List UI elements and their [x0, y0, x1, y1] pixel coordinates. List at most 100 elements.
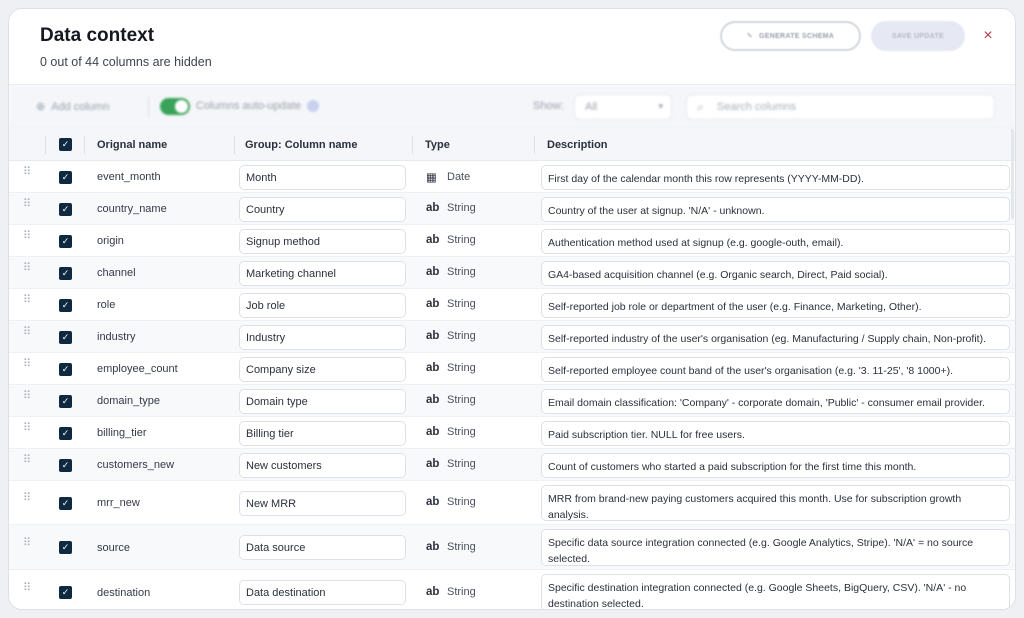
original-name: mrr_new — [97, 497, 140, 509]
type-label: Date — [447, 171, 471, 183]
description-input[interactable]: Self-reported job role or department of … — [541, 292, 1010, 318]
column-type[interactable]: ab String — [426, 330, 476, 342]
drag-handle-icon[interactable]: ⠿ — [23, 327, 31, 338]
column-type[interactable]: ab String — [426, 458, 476, 470]
drag-handle-icon[interactable]: ⠿ — [23, 582, 31, 593]
description-input[interactable]: Paid subscription tier. NULL for free us… — [541, 420, 1010, 446]
auto-update-toggle[interactable] — [160, 98, 190, 115]
string-icon: ab — [426, 394, 440, 406]
column-name-input[interactable]: Billing tier — [239, 420, 406, 446]
column-type[interactable]: ab String — [426, 394, 476, 406]
row-visible-checkbox[interactable]: ✓ — [59, 394, 72, 408]
type-label: String — [447, 540, 476, 553]
table-header: ✓ Orignal name Group: Column name Type D… — [9, 129, 1015, 161]
column-name-input[interactable]: Country — [239, 196, 406, 222]
table-row: ⠿ ✓ role Job role ab String Self-reported job … — [9, 289, 1015, 321]
column-type[interactable]: ab String — [426, 426, 476, 438]
save-update-button[interactable]: SAVE UPDATE — [871, 21, 965, 51]
row-visible-checkbox[interactable]: ✓ — [59, 234, 72, 248]
table-row: ⠿ ✓ mrr_new New MRR ab String MRR from brand-n… — [9, 481, 1015, 525]
column-name-input[interactable]: Month — [239, 164, 406, 190]
toolbar: ⊕ Add column Columns auto-update Show: A… — [9, 85, 1015, 129]
column-type[interactable]: ab String — [426, 266, 476, 278]
row-visible-checkbox[interactable]: ✓ — [59, 541, 72, 554]
drag-handle-icon[interactable]: ⠿ — [23, 295, 31, 306]
type-label: String — [447, 585, 476, 598]
drag-handle-icon[interactable]: ⠿ — [23, 391, 31, 402]
description-input[interactable]: Self-reported employee count band of the… — [541, 356, 1010, 382]
column-type[interactable]: ab String — [426, 586, 476, 598]
row-visible-checkbox[interactable]: ✓ — [59, 330, 72, 344]
select-all-checkbox[interactable]: ✓ — [59, 138, 72, 151]
drag-handle-icon[interactable]: ⠿ — [23, 423, 31, 434]
column-name-input[interactable]: Company size — [239, 356, 406, 382]
description-input[interactable]: Country of the user at signup. 'N/A' - u… — [541, 196, 1010, 222]
column-name-input[interactable]: Signup method — [239, 228, 406, 254]
row-visible-checkbox[interactable]: ✓ — [59, 170, 72, 184]
description-input[interactable]: Count of customers who started a paid su… — [541, 452, 1010, 478]
column-name-input[interactable]: Job role — [239, 292, 406, 318]
column-type[interactable]: ab String — [426, 202, 476, 214]
row-visible-checkbox[interactable]: ✓ — [59, 202, 72, 216]
row-visible-checkbox[interactable]: ✓ — [59, 496, 72, 510]
column-type[interactable]: ▦ Date — [426, 170, 470, 184]
column-name-input[interactable]: Data destination — [239, 580, 406, 605]
description-input[interactable]: MRR from brand-new paying customers acqu… — [541, 485, 1010, 521]
drag-handle-icon[interactable]: ⠿ — [23, 231, 31, 242]
row-visible-checkbox[interactable]: ✓ — [59, 298, 72, 312]
column-divider — [534, 136, 535, 154]
description-input[interactable]: GA4-based acquisition channel (e.g. Orga… — [541, 260, 1010, 286]
auto-update-label-group: Columns auto-update — [196, 100, 320, 112]
description-input[interactable]: Specific data source integration connect… — [541, 529, 1010, 566]
show-label: Show: — [533, 100, 564, 112]
drag-handle-icon[interactable]: ⠿ — [23, 537, 31, 548]
drag-handle-icon[interactable]: ⠿ — [23, 199, 31, 210]
original-name: country_name — [97, 203, 167, 215]
scrollbar[interactable] — [1011, 129, 1014, 219]
row-visible-checkbox[interactable]: ✓ — [59, 266, 72, 280]
original-name: destination — [97, 586, 151, 599]
show-filter-select[interactable]: All ▾ — [574, 94, 672, 120]
description-input[interactable]: Specific destination integration connect… — [541, 574, 1010, 609]
header-description: Description — [547, 139, 608, 151]
info-icon[interactable] — [307, 100, 320, 112]
row-visible-checkbox[interactable]: ✓ — [59, 586, 72, 599]
hidden-columns-summary: 0 out of 44 columns are hidden — [40, 55, 212, 69]
drag-handle-icon[interactable]: ⠿ — [23, 359, 31, 370]
generate-schema-button[interactable]: ✎ GENERATE SCHEMA — [720, 21, 861, 51]
description-input[interactable]: First day of the calendar month this row… — [541, 164, 1010, 190]
drag-handle-icon[interactable]: ⠿ — [23, 263, 31, 274]
original-name: role — [97, 299, 116, 311]
column-name-input[interactable]: New customers — [239, 452, 406, 478]
drag-handle-icon[interactable]: ⠿ — [23, 493, 31, 504]
column-type[interactable]: ab String — [426, 234, 476, 246]
search-input[interactable]: ⌕ Search columns — [686, 94, 995, 120]
column-name-input[interactable]: Marketing channel — [239, 260, 406, 286]
auto-update-label: Columns auto-update — [196, 100, 302, 112]
row-visible-checkbox[interactable]: ✓ — [59, 362, 72, 376]
description-input[interactable]: Self-reported industry of the user's org… — [541, 324, 1010, 350]
drag-handle-icon[interactable]: ⠿ — [23, 455, 31, 466]
column-type[interactable]: ab String — [426, 496, 476, 508]
column-name-input[interactable]: New MRR — [239, 490, 406, 516]
description-input[interactable]: Email domain classification: 'Company' -… — [541, 388, 1010, 414]
column-type[interactable]: ab String — [426, 541, 476, 553]
column-type[interactable]: ab String — [426, 362, 476, 374]
toolbar-divider — [148, 97, 149, 117]
row-visible-checkbox[interactable]: ✓ — [59, 458, 72, 472]
column-type[interactable]: ab String — [426, 298, 476, 310]
string-icon: ab — [426, 540, 440, 553]
string-icon: ab — [426, 426, 440, 438]
add-column-icon: ⊕ — [36, 101, 46, 113]
close-icon[interactable]: × — [979, 27, 997, 45]
string-icon: ab — [426, 330, 440, 342]
row-visible-checkbox[interactable]: ✓ — [59, 426, 72, 440]
column-divider — [412, 136, 413, 154]
column-name-input[interactable]: Data source — [239, 535, 406, 560]
description-input[interactable]: Authentication method used at signup (e.… — [541, 228, 1010, 254]
table-row: ⠿ ✓ origin Signup method ab String Authenticat… — [9, 225, 1015, 257]
drag-handle-icon[interactable]: ⠿ — [23, 167, 31, 178]
column-name-input[interactable]: Domain type — [239, 388, 406, 414]
column-name-input[interactable]: Industry — [239, 324, 406, 350]
add-column-button[interactable]: ⊕ Add column — [36, 100, 109, 114]
